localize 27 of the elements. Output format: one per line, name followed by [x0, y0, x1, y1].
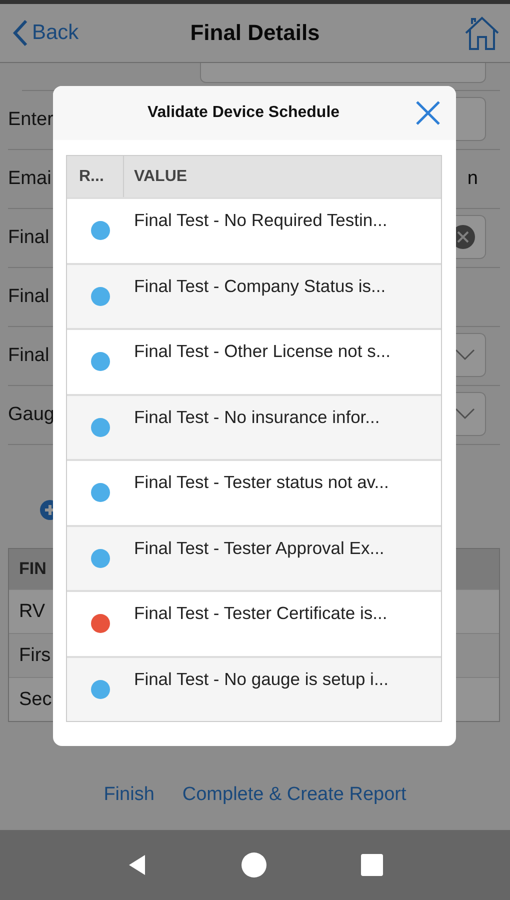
table-cell-text: Final Test - Other License not s... — [134, 340, 390, 362]
field-label: Final — [8, 286, 50, 308]
table-row[interactable]: Final Test - No gauge is setup i... — [67, 656, 441, 721]
field-label: Gaug — [8, 404, 54, 426]
chevron-down-icon — [455, 408, 475, 420]
field-label: Enter — [8, 109, 54, 131]
table-cell-text: Final Test - Tester Certificate is... — [134, 602, 388, 624]
table-row[interactable]: Final Test - Tester Approval Ex... — [67, 524, 441, 590]
close-icon[interactable] — [415, 100, 441, 126]
field-value: n — [467, 168, 478, 190]
home-icon[interactable] — [241, 852, 267, 878]
page-title: Final Details — [190, 20, 320, 46]
field-label: Final — [8, 227, 50, 249]
dialog-title: Validate Device Schedule — [147, 104, 340, 122]
table-row[interactable]: Final Test - No insurance infor... — [67, 394, 441, 459]
chevron-left-icon — [12, 19, 28, 47]
field-label: Final — [8, 345, 50, 367]
home-icon[interactable] — [464, 15, 500, 51]
table-cell-text: Final Test - Tester status not av... — [134, 471, 389, 493]
table-cell-text: Final Test - Company Status is... — [134, 274, 386, 296]
column-header: VALUE — [133, 166, 188, 186]
table-cell-text: Final Test - No Required Testin... — [134, 209, 388, 231]
field-label: Emai — [8, 168, 52, 190]
table-cell-text: Final Test - No insurance infor... — [134, 406, 380, 428]
back-icon[interactable] — [127, 854, 147, 876]
chevron-down-icon — [455, 349, 475, 361]
table-row[interactable]: Final Test - Company Status is... — [67, 262, 441, 328]
